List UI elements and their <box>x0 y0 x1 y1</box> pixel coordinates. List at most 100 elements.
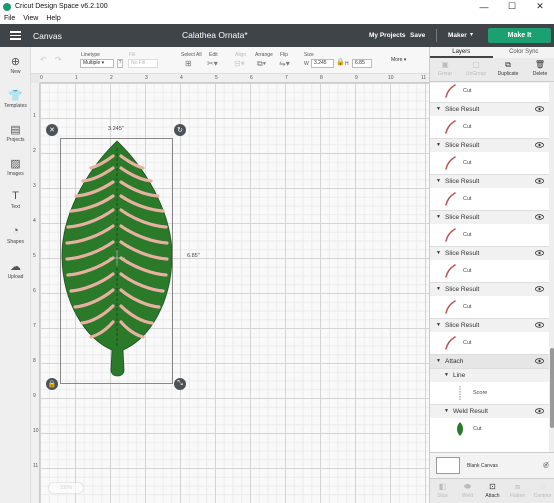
minimize-button[interactable]: — <box>470 0 498 13</box>
layer-group-slice-result[interactable]: ▼ Slice Result <box>430 318 549 332</box>
layer-row-score[interactable]: Score <box>430 382 549 404</box>
layer-group-slice-result[interactable]: ▼ Slice Result <box>430 102 549 116</box>
chevron-down-icon[interactable]: ▼ <box>436 214 441 220</box>
selection-box[interactable] <box>60 138 173 384</box>
stripe-thumbnail <box>445 228 456 242</box>
menu-help[interactable]: Help <box>46 15 60 22</box>
sidebar-item-templates[interactable]: 👕 Templates <box>0 89 31 109</box>
chevron-down-icon[interactable]: ▼ <box>436 286 441 292</box>
eye-icon[interactable] <box>535 106 544 112</box>
layer-group-line[interactable]: ▼ Line <box>430 368 549 382</box>
make-it-button[interactable]: Make It <box>488 28 551 43</box>
duplicate-button[interactable]: ⧉ Duplicate <box>493 60 523 77</box>
lock-handle-icon[interactable]: 🔒 <box>46 378 58 390</box>
hamburger-menu-icon[interactable] <box>0 24 30 47</box>
sidebar-item-text[interactable]: T Text <box>0 190 31 210</box>
undo-icon[interactable]: ↶ <box>40 55 47 64</box>
tab-layers[interactable]: Layers <box>430 47 493 58</box>
blank-canvas-row[interactable]: Blank Canvas ◎̸ <box>430 452 554 478</box>
linetype-swatch[interactable]: ? <box>117 59 123 68</box>
layer-row-cut[interactable]: Cut <box>430 83 549 102</box>
lock-aspect-icon[interactable]: 🔒 <box>336 58 345 66</box>
chevron-down-icon[interactable]: ▼ <box>444 372 449 378</box>
delete-handle-icon[interactable]: ✕ <box>46 124 58 136</box>
align-icon[interactable]: ⊟▾ <box>234 59 245 68</box>
layer-row-cut[interactable]: Cut <box>430 188 549 210</box>
group-name: Slice Result <box>445 214 480 221</box>
score-line-thumbnail <box>459 386 461 400</box>
fill-dropdown[interactable]: No Fill <box>128 59 158 68</box>
eye-icon[interactable] <box>535 358 544 364</box>
layer-group-slice-result[interactable]: ▼ Slice Result <box>430 246 549 260</box>
contour-button[interactable]: ◌ Contour <box>530 482 554 499</box>
scroll-thumb[interactable] <box>550 348 554 428</box>
layer-group-slice-result[interactable]: ▼ Slice Result <box>430 138 549 152</box>
sidebar-item-images[interactable]: ▨ Images <box>0 157 31 177</box>
layer-row-cut[interactable]: Cut <box>430 296 549 318</box>
height-field[interactable]: 6.85 <box>352 59 372 68</box>
layer-row-cut[interactable]: Cut <box>430 116 549 138</box>
sidebar-item-projects[interactable]: ▤ Projects <box>0 123 31 143</box>
ungroup-button[interactable]: ▢ UnGroup <box>461 60 491 77</box>
layer-group-slice-result[interactable]: ▼ Slice Result <box>430 282 549 296</box>
tab-color-sync[interactable]: Color Sync <box>493 47 554 58</box>
save-button[interactable]: Save <box>410 32 425 39</box>
delete-button[interactable]: 🗑 Delete <box>525 60 554 77</box>
sidebar-item-new[interactable]: ⊕ New <box>0 55 31 75</box>
chevron-down-icon[interactable]: ▼ <box>436 358 441 364</box>
layer-row-cut[interactable]: Cut <box>430 332 549 354</box>
rotate-handle-icon[interactable]: ↻ <box>174 124 186 136</box>
stripe-thumbnail <box>445 120 456 134</box>
resize-handle-icon[interactable]: ⤡ <box>174 378 186 390</box>
layer-row-weld-cut[interactable]: Cut <box>430 418 549 440</box>
my-projects-button[interactable]: My Projects <box>369 32 406 39</box>
layer-row-cut[interactable]: Cut <box>430 224 549 246</box>
zoom-control[interactable]: 100% <box>48 482 84 494</box>
chevron-down-icon[interactable]: ▼ <box>436 322 441 328</box>
maximize-button[interactable]: ☐ <box>498 0 526 13</box>
more-button[interactable]: More ▾ <box>391 57 406 63</box>
chevron-down-icon[interactable]: ▼ <box>436 142 441 148</box>
eye-icon[interactable] <box>535 408 544 414</box>
ruler-tick: 6 <box>33 288 36 294</box>
layer-group-weld-result[interactable]: ▼ Weld Result <box>430 404 549 418</box>
layers-scrollbar[interactable] <box>549 83 554 460</box>
eye-icon[interactable] <box>535 214 544 220</box>
chevron-down-icon[interactable]: ▾ <box>470 31 473 38</box>
edit-scissors-icon[interactable]: ✂▾ <box>207 59 218 68</box>
redo-icon[interactable]: ↷ <box>55 55 62 64</box>
layer-group-slice-result[interactable]: ▼ Slice Result <box>430 174 549 188</box>
menu-file[interactable]: File <box>4 15 15 22</box>
eye-icon[interactable] <box>535 286 544 292</box>
chevron-down-icon[interactable]: ▼ <box>436 106 441 112</box>
arrange-icon[interactable]: ⧉▾ <box>257 59 266 69</box>
weld-button[interactable]: ⬬ Weld <box>455 482 480 499</box>
chevron-down-icon[interactable]: ▼ <box>436 250 441 256</box>
flatten-button[interactable]: ⧈ Flatten <box>505 482 530 499</box>
width-field[interactable]: 3.245 <box>311 59 334 68</box>
layer-group-attach[interactable]: ▼ Attach <box>430 354 549 368</box>
group-button[interactable]: ▣ Group <box>430 60 460 77</box>
chevron-down-icon[interactable]: ▼ <box>436 178 441 184</box>
chevron-down-icon[interactable]: ▼ <box>444 408 449 414</box>
menu-view[interactable]: View <box>23 15 38 22</box>
layer-row-cut[interactable]: Cut <box>430 260 549 282</box>
select-all-icon[interactable]: ⊞ <box>185 59 192 68</box>
sidebar-item-shapes[interactable]: ◔ Shapes <box>0 225 31 245</box>
eye-icon[interactable] <box>535 322 544 328</box>
flip-icon[interactable]: ⇋▾ <box>279 59 290 68</box>
eye-icon[interactable] <box>535 142 544 148</box>
hide-canvas-icon[interactable]: ◎̸ <box>543 461 549 469</box>
layer-row-cut[interactable]: Cut <box>430 152 549 174</box>
slice-button[interactable]: ◧ Slice <box>430 482 455 499</box>
blank-canvas-swatch[interactable] <box>436 457 460 474</box>
layer-group-slice-result[interactable]: ▼ Slice Result <box>430 210 549 224</box>
ruler-tick: 1 <box>75 75 78 81</box>
eye-icon[interactable] <box>535 250 544 256</box>
machine-selector[interactable]: Maker <box>448 32 467 39</box>
linetype-dropdown[interactable]: Multiple ▾ <box>80 59 114 68</box>
attach-button[interactable]: ⊡ Attach <box>480 482 505 499</box>
sidebar-item-upload[interactable]: ☁ Upload <box>0 260 31 280</box>
close-window-button[interactable]: ✕ <box>526 0 554 13</box>
eye-icon[interactable] <box>535 178 544 184</box>
